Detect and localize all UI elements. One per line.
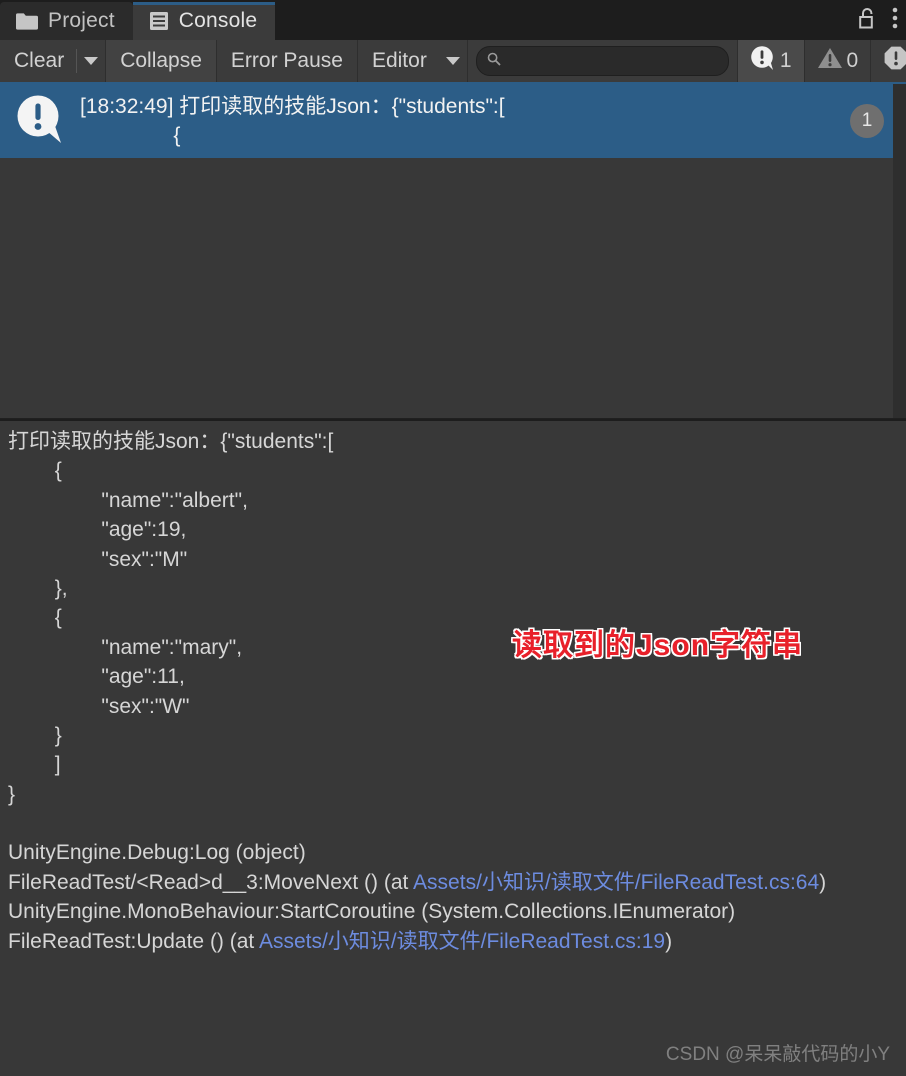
search-input[interactable] [506, 51, 718, 71]
log-bubble-icon [750, 45, 776, 77]
console-document-icon [149, 11, 169, 31]
log-detail-json: 打印读取的技能Json：{"students":[ { "name":"albe… [8, 430, 334, 806]
log-bubble-icon [14, 93, 66, 150]
editor-dropdown[interactable]: Editor [358, 40, 468, 82]
collapse-button[interactable]: Collapse [106, 40, 217, 82]
log-list[interactable]: [18:32:49] 打印读取的技能Json：{"students":[ { 1 [0, 84, 906, 419]
log-list-scrollbar[interactable] [893, 84, 906, 418]
chevron-down-icon [84, 57, 99, 65]
log-detail-stacktrace: UnityEngine.Debug:Log (object) FileReadT… [8, 841, 827, 953]
clear-button[interactable]: Clear [0, 40, 76, 82]
error-counter[interactable]: 0 [870, 40, 906, 82]
kebab-menu-icon[interactable] [892, 7, 898, 34]
folder-icon [16, 12, 38, 30]
chevron-down-icon [445, 57, 460, 65]
window-tab-bar: Project Console [0, 0, 906, 40]
search-area [467, 40, 737, 82]
error-octagon-icon [883, 45, 906, 77]
warning-counter-value: 0 [846, 49, 859, 72]
log-counter[interactable]: 1 [736, 40, 804, 82]
log-list-row[interactable]: [18:32:49] 打印读取的技能Json：{"students":[ { 1 [0, 84, 906, 158]
stacktrace-source-link[interactable]: Assets/小知识/读取文件/FileReadTest.cs:19 [259, 930, 665, 953]
log-list-row-message: [18:32:49] 打印读取的技能Json：{"students":[ { [80, 95, 505, 147]
log-collapse-count-badge: 1 [850, 104, 884, 138]
tab-console[interactable]: Console [132, 2, 276, 40]
warning-triangle-icon [817, 46, 843, 76]
error-pause-button[interactable]: Error Pause [216, 40, 358, 82]
log-counter-value: 1 [779, 49, 792, 72]
window-header-actions [858, 4, 898, 36]
editor-dropdown-arrow[interactable] [439, 40, 467, 82]
tab-project-label: Project [48, 9, 115, 32]
tab-project[interactable]: Project [0, 2, 133, 40]
warning-counter[interactable]: 0 [803, 40, 871, 82]
stacktrace-source-link[interactable]: Assets/小知识/读取文件/FileReadTest.cs:64 [413, 871, 819, 894]
log-detail-pane[interactable]: 打印读取的技能Json：{"students":[ { "name":"albe… [0, 421, 906, 1076]
unlocked-padlock-icon[interactable] [858, 6, 878, 35]
tab-console-label: Console [178, 9, 258, 32]
clear-button-group[interactable]: Clear [0, 40, 107, 82]
editor-dropdown-label: Editor [371, 49, 427, 72]
search-icon [487, 52, 501, 71]
clear-dropdown-button[interactable] [77, 40, 105, 82]
watermark: CSDN @呆呆敲代码的小Y [665, 1044, 890, 1065]
annotation-json-string: 读取到的Json字符串 [512, 629, 804, 662]
unity-console-window: Project Console Clear Collapse Error Pau… [0, 0, 906, 1076]
search-box[interactable] [475, 46, 729, 76]
console-toolbar: Clear Collapse Error Pause Editor 1 0 [0, 40, 906, 84]
